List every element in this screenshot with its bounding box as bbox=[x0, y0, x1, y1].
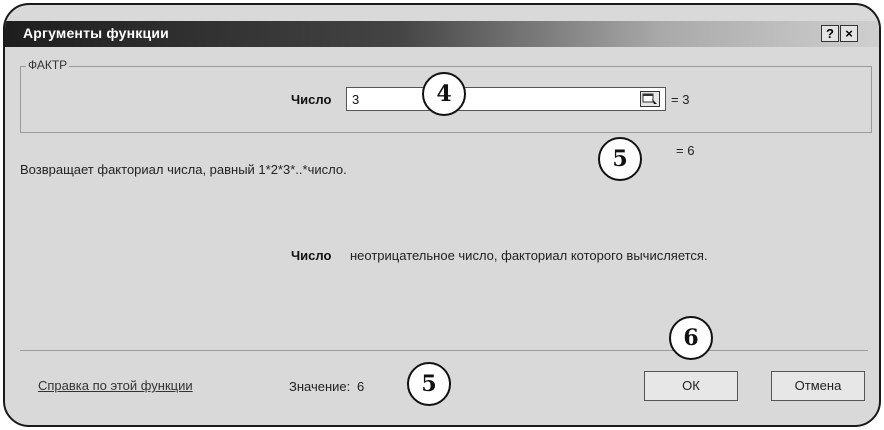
dialog-window: Аргументы функции ? × ФАКТР Число 3 = 3 … bbox=[3, 3, 881, 427]
arg-help-label: Число bbox=[291, 248, 332, 263]
callout-6: 6 bbox=[669, 316, 713, 360]
number-input[interactable]: 3 bbox=[346, 87, 666, 111]
formula-result: = 6 bbox=[676, 143, 695, 158]
separator bbox=[20, 350, 868, 351]
title-bar: Аргументы функции ? × bbox=[5, 21, 879, 47]
value-label: Значение: bbox=[289, 379, 351, 394]
arg-result: = 3 bbox=[671, 92, 690, 107]
collapse-dialog-icon[interactable] bbox=[640, 91, 660, 107]
callout-5-top: 5 bbox=[598, 137, 642, 181]
help-button[interactable]: ? bbox=[821, 25, 839, 42]
callout-4: 4 bbox=[422, 72, 466, 116]
function-name: ФАКТР bbox=[26, 58, 70, 72]
dialog-title: Аргументы функции bbox=[23, 25, 169, 41]
arg-label: Число bbox=[291, 92, 332, 107]
number-input-value: 3 bbox=[352, 92, 360, 107]
cancel-button[interactable]: Отмена bbox=[771, 371, 865, 401]
function-description: Возвращает факториал числа, равный 1*2*3… bbox=[20, 162, 347, 177]
ok-button[interactable]: ОК bbox=[644, 371, 738, 401]
close-button[interactable]: × bbox=[840, 25, 858, 42]
arg-help-text: неотрицательное число, факториал которог… bbox=[350, 248, 708, 263]
callout-5-bottom: 5 bbox=[407, 362, 451, 406]
value-text: 6 bbox=[357, 379, 365, 394]
function-help-link[interactable]: Справка по этой функции bbox=[38, 378, 193, 393]
